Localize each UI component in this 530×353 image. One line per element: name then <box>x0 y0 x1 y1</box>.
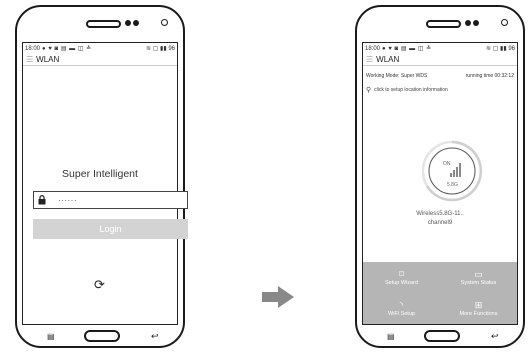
cell-label: Setup Wizard <box>384 279 418 286</box>
home-button[interactable] <box>84 330 120 342</box>
system-status-button[interactable]: ▭ System Status <box>440 262 517 293</box>
password-value: ······ <box>58 195 77 205</box>
phone-right: 18:00 ● ♥ ◙ ▤ ▬ ◫ ≛ ≋ ▢ ▮▮ 96 ☰ WLAN Wor… <box>355 5 525 348</box>
phone-left: 18:00 ● ♥ ◙ ▤ ▬ ◫ ≛ ≋ ▢ ▮▮ 96 ☰ WLAN Sup… <box>15 5 188 348</box>
status-time: 18:00 <box>25 45 41 52</box>
login-button[interactable]: Login <box>33 219 188 239</box>
menu-icon[interactable]: ☰ <box>366 55 373 64</box>
location-setup-link[interactable]: ⚲ click to setup location information <box>366 86 448 94</box>
cell-label: More Functions <box>459 310 498 317</box>
sensor-dot <box>465 20 471 26</box>
front-camera <box>161 19 168 26</box>
status-battery: ≋ ▢ ▮▮ 96 <box>146 46 175 52</box>
sensor-dot <box>133 20 139 26</box>
front-camera <box>501 19 508 26</box>
speaker-grille <box>426 20 461 28</box>
status-icons: ● ♥ ◙ ▤ ▬ ◫ ≛ <box>382 46 432 52</box>
dashboard-screen: 18:00 ● ♥ ◙ ▤ ▬ ◫ ≛ ≋ ▢ ▮▮ 96 ☰ WLAN Wor… <box>362 42 518 325</box>
recent-apps-icon[interactable]: ▤ <box>47 332 55 341</box>
status-bar: 18:00 ● ♥ ◙ ▤ ▬ ◫ ≛ ≋ ▢ ▮▮ 96 <box>363 43 517 54</box>
sensor-dot <box>125 20 131 26</box>
mode-row: Working Mode: Super WDS running time 00:… <box>366 73 514 79</box>
status-icons: ● ♥ ◙ ▤ ▬ ◫ ≛ <box>42 46 92 52</box>
lock-icon <box>38 195 46 205</box>
speaker-grille <box>86 20 121 28</box>
arrow-icon <box>262 286 294 313</box>
monitor-icon: ⌑ <box>399 268 404 279</box>
function-grid: ⌑ Setup Wizard ▭ System Status ◝ WiFi Se… <box>363 262 517 324</box>
home-button[interactable] <box>424 330 460 342</box>
status-bar: 18:00 ● ♥ ◙ ▤ ▬ ◫ ≛ ≋ ▢ ▮▮ 96 <box>23 43 177 54</box>
nav-bar: ▤ ↩ <box>357 328 523 346</box>
recent-apps-icon[interactable]: ▤ <box>387 332 395 341</box>
running-time: running time 00:32:12 <box>465 73 514 79</box>
cell-label: WiFi Setup <box>388 310 415 317</box>
cell-label: System Status <box>460 279 497 286</box>
brand-text: Super Intelligent <box>62 168 138 180</box>
gauge-state: ON <box>443 161 451 167</box>
signal-gauge[interactable]: ON 5.8G <box>421 140 483 202</box>
wifi-channel: channel9 <box>427 220 453 226</box>
wifi-name: Wireless5.8G-11.. <box>416 211 464 217</box>
back-icon[interactable]: ↩ <box>151 331 159 342</box>
refresh-icon[interactable]: ⟳ <box>94 277 105 293</box>
gauge-band: 5.8G <box>447 182 458 188</box>
title-bar: ☰ WLAN <box>363 54 517 66</box>
page-title: WLAN <box>376 55 400 64</box>
wifi-setup-button[interactable]: ◝ WiFi Setup <box>363 293 440 324</box>
page-title: WLAN <box>36 55 60 64</box>
title-bar: ☰ WLAN <box>23 54 177 66</box>
more-functions-button[interactable]: ⊞ More Functions <box>440 293 517 324</box>
grid-icon: ⊞ <box>474 299 483 310</box>
status-battery: ≋ ▢ ▮▮ 96 <box>486 46 515 52</box>
sensor-dot <box>473 20 479 26</box>
location-prompt: click to setup location information <box>374 87 448 93</box>
location-pin-icon: ⚲ <box>366 87 372 94</box>
nav-bar: ▤ ↩ <box>17 328 183 346</box>
wifi-icon: ◝ <box>399 299 404 310</box>
setup-wizard-button[interactable]: ⌑ Setup Wizard <box>363 262 440 293</box>
display-icon: ▭ <box>474 268 483 279</box>
status-time: 18:00 <box>365 45 381 52</box>
menu-icon[interactable]: ☰ <box>26 55 33 64</box>
back-icon[interactable]: ↩ <box>491 331 499 342</box>
working-mode: Working Mode: Super WDS <box>366 73 428 79</box>
password-field[interactable]: ······ <box>33 191 188 209</box>
